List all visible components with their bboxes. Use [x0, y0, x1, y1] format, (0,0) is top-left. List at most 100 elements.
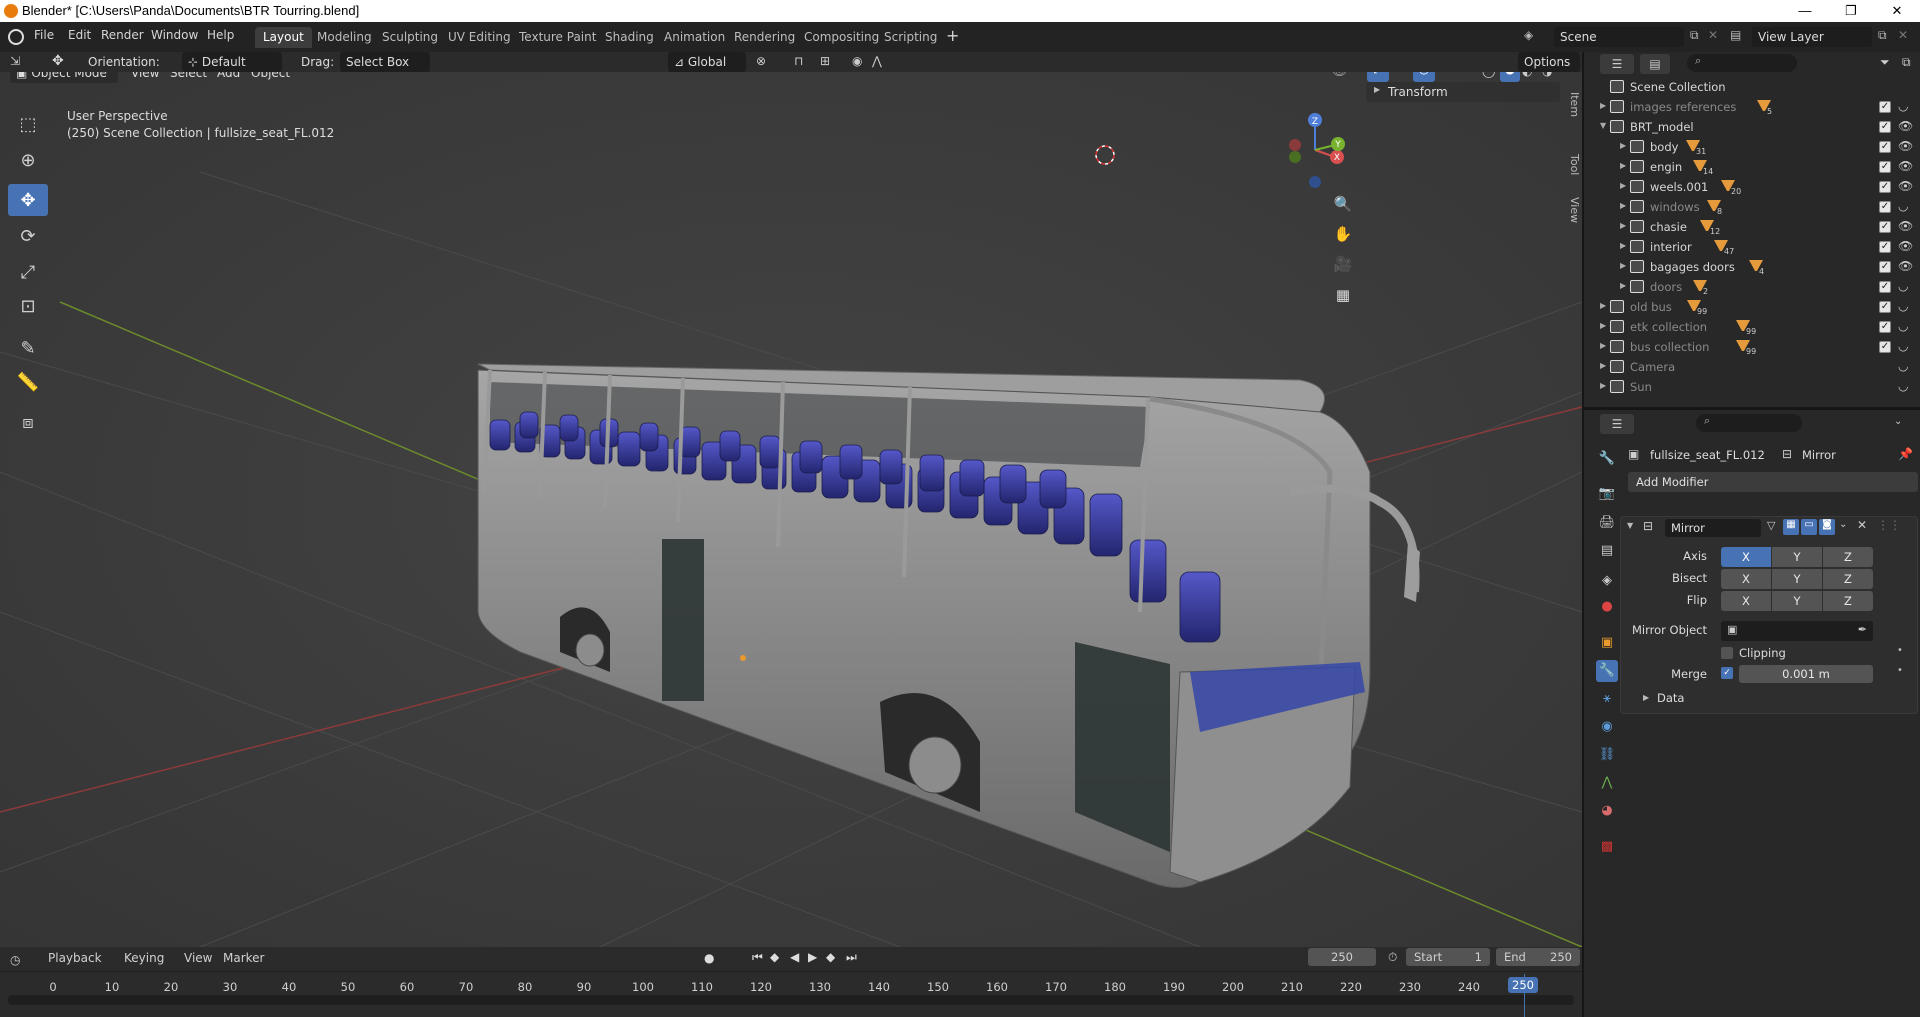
- add-workspace-button[interactable]: +: [946, 26, 959, 45]
- add-cube-icon[interactable]: ⧈: [8, 406, 48, 438]
- playhead-frame-label[interactable]: 250: [1508, 977, 1538, 993]
- filter-icon[interactable]: ⏷: [1880, 55, 1890, 70]
- outliner-search-input[interactable]: ⌕: [1687, 54, 1797, 72]
- visibility-eye-icon[interactable]: ◡: [1898, 379, 1908, 393]
- expand-arrow-icon[interactable]: ▶: [1600, 381, 1606, 390]
- keying-menu[interactable]: Keying ⌄: [120, 947, 176, 979]
- display-mode-icon[interactable]: ▤: [1640, 54, 1670, 74]
- menu-file[interactable]: File: [34, 28, 54, 42]
- tab-animation[interactable]: Animation: [656, 27, 733, 48]
- end-frame-field[interactable]: End 250: [1496, 948, 1580, 966]
- cursor-icon[interactable]: ⊕: [8, 144, 48, 176]
- texture-tab-icon[interactable]: ▩: [1596, 836, 1618, 858]
- expand-arrow-icon[interactable]: ▶: [1620, 201, 1626, 210]
- exclude-checkbox[interactable]: ✓: [1879, 201, 1891, 213]
- tab-modeling[interactable]: Modeling: [309, 27, 380, 48]
- select-box-icon[interactable]: ⬚: [8, 108, 48, 140]
- visibility-eye-icon[interactable]: 👁: [1898, 239, 1913, 253]
- scene-tab-icon[interactable]: ◈: [1596, 570, 1618, 592]
- axis-z-toggle[interactable]: Z: [1823, 547, 1873, 567]
- outliner-root[interactable]: Scene Collection: [1584, 77, 1920, 97]
- annotate-icon[interactable]: ✎: [8, 332, 48, 364]
- falloff-icon[interactable]: ⋀: [872, 54, 882, 68]
- outliner-row[interactable]: ▶Sun✓◡: [1584, 377, 1920, 397]
- menu-window[interactable]: Window: [151, 28, 198, 42]
- orientation-dropdown[interactable]: ⊹ Default: [182, 52, 282, 72]
- tab-rendering[interactable]: Rendering: [726, 27, 803, 48]
- object-tab-icon[interactable]: ▣: [1596, 632, 1618, 654]
- drag-handle-icon[interactable]: ⋮⋮: [1877, 518, 1901, 532]
- tool-icon[interactable]: ⇲: [10, 54, 20, 68]
- edit-mode-toggle-icon[interactable]: ▦: [1783, 519, 1799, 535]
- world-tab-icon[interactable]: ●: [1596, 596, 1618, 618]
- tab-layout[interactable]: Layout: [255, 27, 312, 48]
- edit-cage-icon[interactable]: ▽: [1767, 519, 1775, 532]
- scale-icon[interactable]: ⤢: [8, 256, 48, 288]
- exclude-checkbox[interactable]: ✓: [1879, 241, 1891, 253]
- 3d-viewport[interactable]: ▣Object Mode View Select Add Object 👁 ⤢ …: [0, 52, 1582, 947]
- pivot-point-icon[interactable]: ⊗: [756, 54, 766, 68]
- view-layer-tab-icon[interactable]: ▤: [1596, 540, 1618, 562]
- sidebar-tab-item[interactable]: Item: [1561, 92, 1581, 117]
- prev-keyframe-icon[interactable]: ◆: [770, 950, 779, 964]
- stopwatch-icon[interactable]: ⏱: [1388, 950, 1397, 965]
- outliner-row[interactable]: ▼ BRT_model ✓ 👁: [1584, 117, 1920, 137]
- outliner-row[interactable]: ▶Camera✓◡: [1584, 357, 1920, 377]
- sidebar-tab-tool[interactable]: Tool: [1561, 154, 1581, 175]
- outliner-row[interactable]: ▶ bagages doors 4 ✓ 👁: [1584, 257, 1920, 277]
- outliner-row[interactable]: ▶ interior 47 ✓ 👁: [1584, 237, 1920, 257]
- visibility-eye-icon[interactable]: 👁: [1898, 179, 1913, 193]
- scene-selector[interactable]: Scene: [1554, 27, 1684, 47]
- expand-arrow-icon[interactable]: ▶: [1600, 301, 1606, 310]
- current-frame-field[interactable]: 250: [1308, 948, 1376, 966]
- camera-view-icon[interactable]: 🎥: [1331, 252, 1355, 276]
- tab-sculpting[interactable]: Sculpting: [374, 27, 446, 48]
- expand-arrow-icon[interactable]: ▼: [1600, 121, 1606, 130]
- properties-options-icon[interactable]: ⌄: [1894, 416, 1902, 427]
- eyedropper-icon[interactable]: ✒: [1858, 623, 1867, 636]
- visibility-eye-icon[interactable]: ◡: [1898, 319, 1908, 333]
- expand-arrow-icon[interactable]: ▶: [1620, 241, 1626, 250]
- data-subpanel-label[interactable]: Data: [1657, 691, 1684, 705]
- proportional-edit-icon[interactable]: ◉: [852, 54, 862, 68]
- flip-z-toggle[interactable]: Z: [1823, 591, 1873, 611]
- expand-arrow-icon[interactable]: ▶: [1620, 141, 1626, 150]
- physics-tab-icon[interactable]: ◉: [1596, 716, 1618, 738]
- outliner-row[interactable]: ▶ old bus 99 ✓ ◡: [1584, 297, 1920, 317]
- tab-texture-paint[interactable]: Texture Paint: [511, 27, 604, 48]
- visibility-eye-icon[interactable]: ◡: [1898, 299, 1908, 313]
- transform-panel[interactable]: ▶ Transform: [1366, 82, 1560, 102]
- expand-arrow-icon[interactable]: ▶: [1600, 321, 1606, 330]
- tab-compositing[interactable]: Compositing: [796, 27, 887, 48]
- menu-render[interactable]: Render: [101, 28, 144, 42]
- merge-checkbox[interactable]: ✓: [1721, 667, 1733, 679]
- start-frame-field[interactable]: Start 1: [1406, 948, 1490, 966]
- area-divider[interactable]: [1582, 52, 1584, 1017]
- exclude-checkbox[interactable]: ✓: [1879, 161, 1891, 173]
- output-tab-icon[interactable]: 🖨: [1596, 512, 1618, 534]
- close-window-button[interactable]: ✕: [1874, 0, 1920, 22]
- timeline-scrollbar[interactable]: [8, 995, 1574, 1005]
- visibility-eye-icon[interactable]: ◡: [1898, 359, 1908, 373]
- modifier-tab-icon[interactable]: 🔧: [1596, 660, 1618, 682]
- expand-arrow-icon[interactable]: ▶: [1600, 361, 1606, 370]
- outliner-row[interactable]: ▶ doors 2 ✓ ◡: [1584, 277, 1920, 297]
- new-view-layer-icon[interactable]: ⧉: [1878, 28, 1887, 43]
- add-modifier-dropdown[interactable]: Add Modifier: [1628, 472, 1918, 492]
- move-icon[interactable]: ✥: [8, 184, 48, 216]
- timeline-view-menu[interactable]: View: [184, 951, 212, 965]
- modifier-name-field[interactable]: Mirror: [1665, 519, 1761, 537]
- modifier-menu-icon[interactable]: ⌄: [1839, 519, 1847, 530]
- next-keyframe-icon[interactable]: ◆: [826, 950, 835, 964]
- snap-target-icon[interactable]: ⊞: [820, 54, 830, 68]
- visibility-eye-icon[interactable]: ◡: [1898, 339, 1908, 353]
- remove-modifier-icon[interactable]: ✕: [1857, 518, 1867, 532]
- blender-menu-icon[interactable]: [8, 29, 24, 45]
- pin-icon[interactable]: 📌: [1898, 447, 1913, 461]
- exclude-checkbox[interactable]: ✓: [1879, 141, 1891, 153]
- bisect-y-toggle[interactable]: Y: [1772, 569, 1822, 589]
- clipping-checkbox[interactable]: [1721, 647, 1733, 659]
- delete-scene-icon[interactable]: ✕: [1708, 28, 1718, 42]
- transform-icon[interactable]: ⊡: [8, 290, 48, 322]
- play-reverse-icon[interactable]: ◀: [790, 950, 799, 964]
